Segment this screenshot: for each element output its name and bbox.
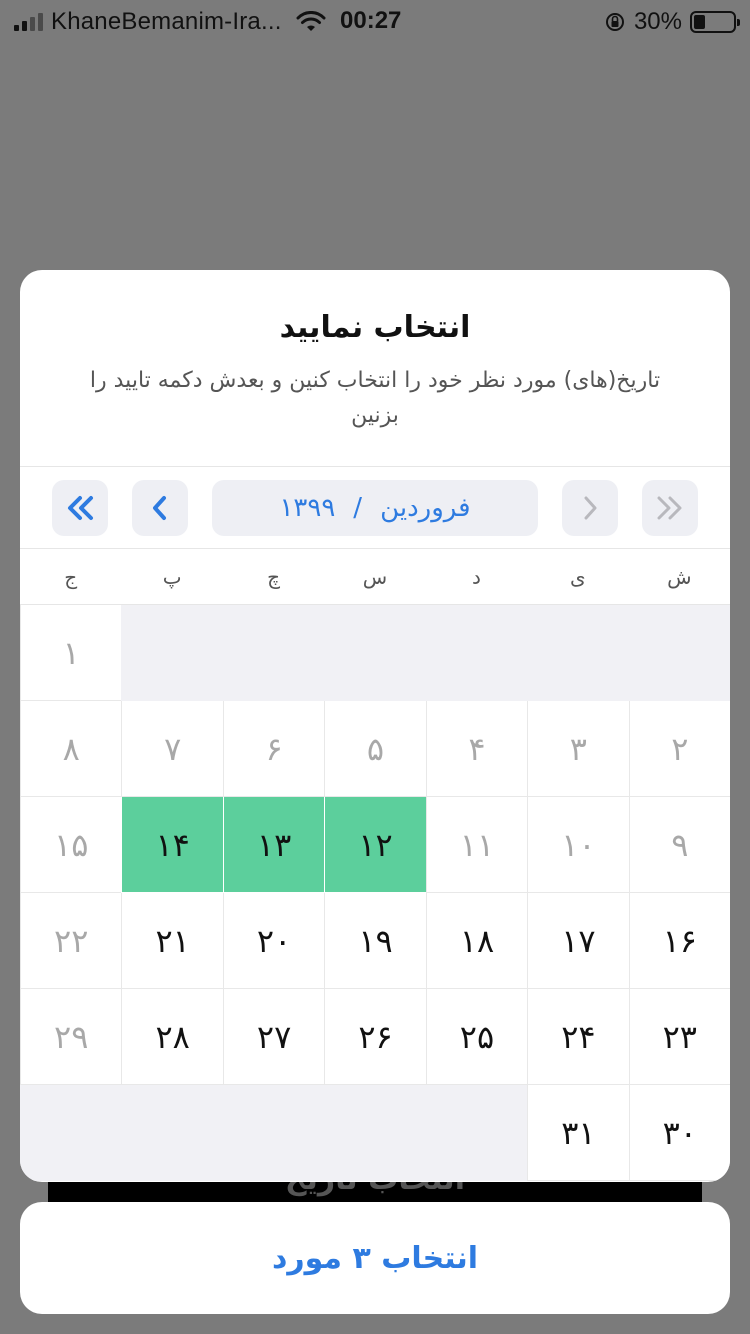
day-cell[interactable]: ۳۰: [628, 1085, 730, 1181]
day-cell[interactable]: ۷: [121, 701, 223, 797]
day-cell-selected[interactable]: ۱۳: [222, 797, 325, 893]
day-cell[interactable]: ۳۱: [527, 1085, 629, 1181]
day-cell[interactable]: ۶: [222, 701, 325, 797]
sheet-subtitle: تاریخ(های) مورد نظر خود را انتخاب کنین و…: [89, 368, 661, 428]
next-year-button[interactable]: [52, 480, 108, 536]
status-left: KhaneBemanim-Ira...: [14, 8, 326, 36]
day-cell[interactable]: ۲: [628, 701, 730, 797]
day-cell[interactable]: ۱۸: [425, 893, 528, 989]
empty-day-cell: [121, 1085, 223, 1181]
weekday-label: ش: [667, 565, 692, 589]
day-cell[interactable]: ۳: [527, 701, 629, 797]
empty-day-cell: [121, 605, 223, 701]
day-cell[interactable]: ۲۹: [20, 989, 122, 1085]
month-label: فروردین: [380, 493, 471, 523]
weekday-label: ی: [570, 565, 586, 589]
weekday-label: ج: [64, 565, 78, 589]
empty-day-cell: [324, 605, 426, 701]
empty-day-cell: [222, 605, 325, 701]
day-cell-selected[interactable]: ۱۴: [121, 797, 223, 893]
signal-icon: [14, 13, 43, 31]
day-cell[interactable]: ۱۷: [527, 893, 629, 989]
day-cell[interactable]: ۲۸: [121, 989, 223, 1085]
day-cell[interactable]: ۱۵: [20, 797, 122, 893]
day-cell[interactable]: ۲۳: [628, 989, 730, 1085]
double-chevron-left-icon: [68, 496, 93, 520]
weekday-label: پ: [162, 565, 182, 589]
wifi-icon: [296, 11, 326, 31]
day-cell[interactable]: ۵: [324, 701, 426, 797]
empty-day-cell: [628, 605, 730, 701]
year-label: ۱۳۹۹: [279, 493, 336, 523]
empty-day-cell: [324, 1085, 426, 1181]
day-cell[interactable]: ۲۱: [121, 893, 223, 989]
battery-percent: 30%: [633, 8, 682, 35]
day-cell[interactable]: ۲۵: [425, 989, 528, 1085]
confirm-selection-button[interactable]: انتخاب ۳ مورد: [20, 1202, 730, 1314]
weekday-label: چ: [267, 565, 281, 589]
day-cell[interactable]: ۲۰: [222, 893, 325, 989]
weekday-header: شیدسچپج: [20, 549, 730, 605]
month-year-selector[interactable]: فروردین / ۱۳۹۹: [212, 480, 538, 536]
empty-day-cell: [222, 1085, 325, 1181]
day-cell[interactable]: ۱۹: [324, 893, 426, 989]
status-right: 30%: [604, 8, 740, 36]
empty-day-cell: [425, 605, 528, 701]
battery-fill: [694, 15, 706, 29]
weekday-label: د: [471, 565, 481, 589]
calendar-grid: ۱ ۲ ۳ ۴ ۵ ۶ ۷ ۸ ۹ ۱۰ ۱۱ ۱۲ ۱۳ ۱۴ ۱۵ ۱۶ ۱۷ ۱۸ ۱۹ ۲۰ ۲۱ ۲۲ ۲۳ ۲۴ ۲…: [20, 605, 730, 1181]
rotation-lock-icon: [605, 13, 624, 31]
month-year-separator: /: [353, 493, 363, 523]
sheet-header: انتخاب نمایید تاریخ(های) مورد نظر خود را…: [20, 270, 730, 467]
day-cell[interactable]: ۲۲: [20, 893, 122, 989]
double-chevron-right-icon: [657, 496, 682, 520]
day-cell[interactable]: ۲۴: [527, 989, 629, 1085]
clock: 00:27: [340, 7, 402, 34]
date-picker-sheet: انتخاب نمایید تاریخ(های) مورد نظر خود را…: [20, 270, 730, 1182]
carrier-name: KhaneBemanim-Ira...: [51, 8, 282, 35]
day-cell[interactable]: ۸: [20, 701, 122, 797]
chevron-right-icon: [584, 496, 597, 520]
day-cell[interactable]: ۹: [628, 797, 730, 893]
day-cell[interactable]: ۱۱: [425, 797, 528, 893]
prev-month-button[interactable]: [562, 480, 618, 536]
day-cell[interactable]: ۱۰: [527, 797, 629, 893]
next-month-button[interactable]: [132, 480, 188, 536]
empty-day-cell: [20, 1085, 122, 1181]
empty-day-cell: [425, 1085, 528, 1181]
day-cell[interactable]: ۲۷: [222, 989, 325, 1085]
battery-icon: [690, 11, 740, 33]
day-cell[interactable]: ۱: [20, 605, 122, 701]
chevron-left-icon: [153, 496, 166, 520]
sheet-title: انتخاب نمایید: [279, 310, 471, 345]
prev-year-button[interactable]: [642, 480, 698, 536]
day-cell[interactable]: ۴: [425, 701, 528, 797]
day-cell[interactable]: ۱۶: [628, 893, 730, 989]
day-cell[interactable]: ۲۶: [324, 989, 426, 1085]
weekday-label: س: [362, 565, 388, 589]
day-cell-selected[interactable]: ۱۲: [324, 797, 426, 893]
month-navigation: فروردین / ۱۳۹۹: [20, 467, 730, 549]
empty-day-cell: [527, 605, 629, 701]
status-bar: KhaneBemanim-Ira... 00:27 30%: [0, 0, 750, 40]
